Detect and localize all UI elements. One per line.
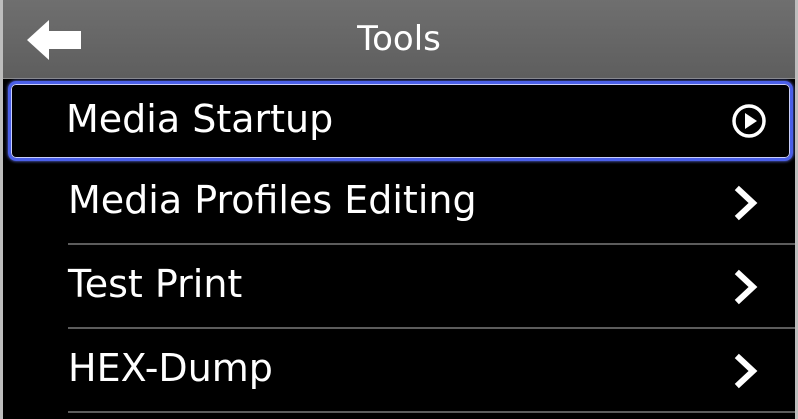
menu-item-label: Media Startup — [66, 97, 334, 141]
play-circle-icon — [732, 104, 766, 138]
chevron-right-icon — [734, 353, 758, 389]
menu-item-media-profiles-editing[interactable]: Media Profiles Editing — [3, 161, 795, 245]
tools-screen: Tools Media Startup Media Profiles Editi… — [0, 0, 798, 419]
divider — [68, 411, 795, 413]
chevron-right-icon — [734, 269, 758, 305]
title-bar: Tools — [3, 0, 795, 79]
chevron-right-icon — [734, 185, 758, 221]
tools-menu-list: Media Startup Media Profiles Editing Tes… — [3, 79, 795, 413]
menu-item-hex-dump[interactable]: HEX-Dump — [3, 329, 795, 413]
menu-item-media-startup[interactable]: Media Startup — [8, 81, 793, 161]
back-button[interactable] — [25, 18, 83, 62]
back-arrow-icon — [27, 20, 81, 60]
menu-item-label: Test Print — [68, 262, 243, 306]
menu-item-test-print[interactable]: Test Print — [3, 245, 795, 329]
menu-item-label: HEX-Dump — [68, 346, 273, 390]
page-title: Tools — [357, 19, 441, 59]
menu-item-label: Media Profiles Editing — [68, 178, 477, 222]
